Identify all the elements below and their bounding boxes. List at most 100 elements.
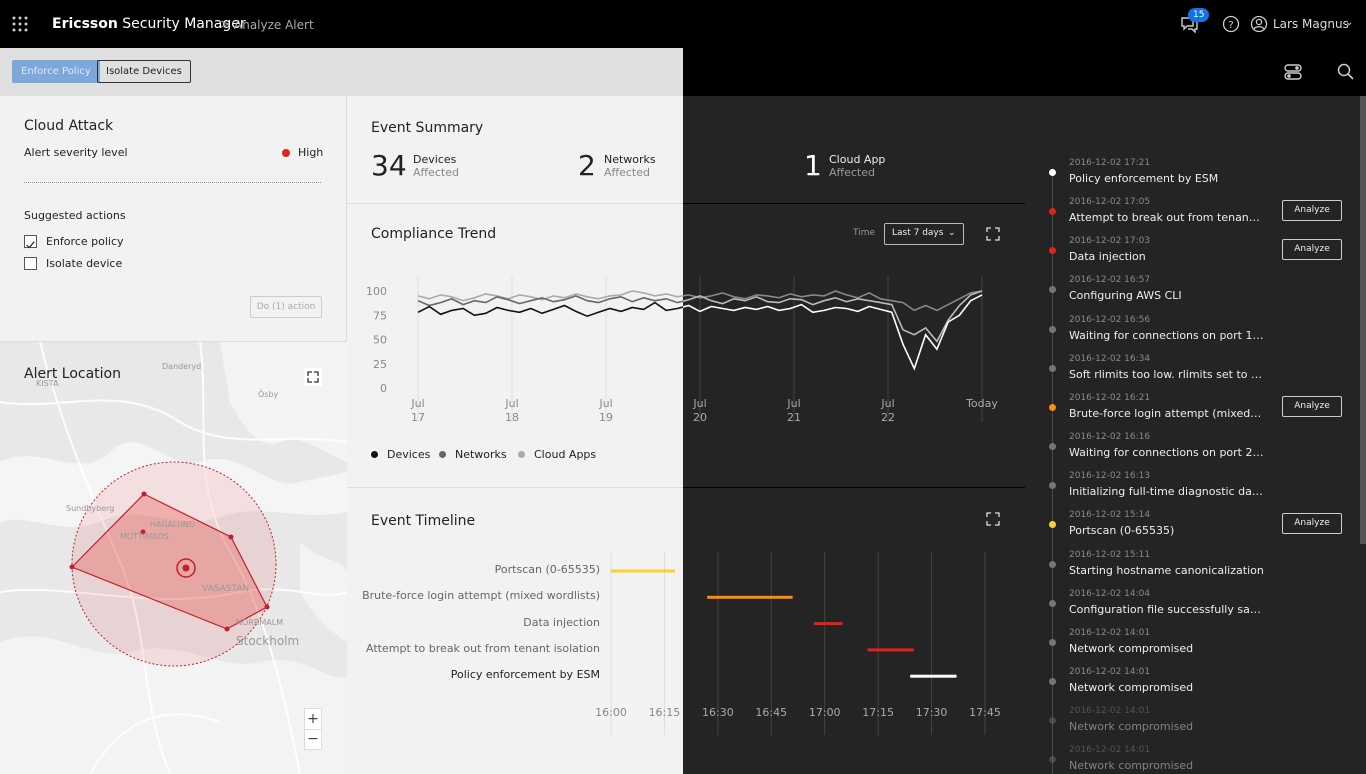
event-log-item[interactable]: 2016-12-02 17:05 Attempt to break out fro… xyxy=(1025,197,1366,236)
fullscreen-icon[interactable] xyxy=(985,511,1001,527)
user-name[interactable]: Lars Magnus xyxy=(1273,17,1349,31)
search-icon[interactable] xyxy=(1337,63,1354,80)
analyze-button[interactable]: Analyze xyxy=(1282,200,1342,222)
event-log-item[interactable]: 2016-12-02 14:01 Network compromised xyxy=(1025,667,1366,706)
event-log-item[interactable]: 2016-12-02 17:21 Policy enforcement by ES… xyxy=(1025,158,1366,197)
x-tick-label: Jul xyxy=(504,397,518,410)
event-time: 2016-12-02 17:03 xyxy=(1069,236,1151,247)
stat-sublabel: Affected xyxy=(413,166,459,179)
event-message: Configuring AWS CLI xyxy=(1069,289,1182,303)
action-label[interactable]: Enforce policy xyxy=(46,235,124,248)
x-tick-label: Jul xyxy=(786,397,800,410)
scrollbar-thumb[interactable] xyxy=(1360,96,1366,544)
event-log-item[interactable]: 2016-12-02 17:03 Data injection Analyze xyxy=(1025,236,1366,275)
y-tick-label: 0 xyxy=(380,382,387,395)
event-log-panel: Event Log 2016-12-02 17:21 Policy enforce… xyxy=(1025,96,1366,774)
x-tick-label: 18 xyxy=(505,411,519,424)
event-log-item[interactable]: 2016-12-02 15:14 Portscan (0-65535) Analyz… xyxy=(1025,510,1366,549)
chevron-down-icon[interactable]: ⌄ xyxy=(1345,17,1353,28)
analyze-button[interactable]: Analyze xyxy=(1282,239,1342,261)
breadcrumb[interactable]: Analyze Alert xyxy=(234,18,314,32)
fullscreen-icon[interactable] xyxy=(304,368,322,386)
y-tick-label: 25 xyxy=(373,358,387,371)
event-log-item[interactable]: 2016-12-02 14:01 Network compromised xyxy=(1025,628,1366,667)
event-log-item[interactable]: 2016-12-02 15:11 Starting hostname canoni… xyxy=(1025,550,1366,589)
user-icon[interactable] xyxy=(1250,15,1268,33)
help-icon[interactable]: ? xyxy=(1222,15,1240,33)
x-tick-label: Jul xyxy=(598,397,612,410)
event-log-item[interactable]: 2016-12-02 16:34 Soft rlimits too low. rl… xyxy=(1025,354,1366,393)
severity-value: High xyxy=(298,146,324,159)
time-range-select[interactable]: Last 7 days ⌄ xyxy=(884,223,964,245)
event-status-dot xyxy=(1049,443,1056,451)
fullscreen-icon[interactable] xyxy=(985,226,1001,242)
timeline-bar[interactable] xyxy=(707,595,793,599)
map-title: Alert Location xyxy=(24,366,121,382)
event-log-item[interactable]: 2016-12-02 16:56 Waiting for connections … xyxy=(1025,315,1366,354)
event-message: Data injection xyxy=(1069,250,1146,264)
event-status-dot xyxy=(1049,403,1056,411)
legend-swatch xyxy=(371,451,378,458)
x-tick-label: 21 xyxy=(787,411,801,424)
event-time: 2016-12-02 16:16 xyxy=(1069,432,1151,443)
legend-label: Devices xyxy=(387,448,431,461)
event-log-item[interactable]: 2016-12-02 16:57 Configuring AWS CLI xyxy=(1025,275,1366,314)
legend-swatch xyxy=(439,451,446,458)
zoom-in-button[interactable]: + xyxy=(305,709,321,729)
event-status-dot xyxy=(1049,756,1056,764)
x-tick-label: 17:30 xyxy=(916,706,948,719)
action-label[interactable]: Isolate device xyxy=(46,257,122,270)
map-place-label: Sundbyberg xyxy=(66,504,115,513)
enforce-policy-checkbox[interactable] xyxy=(24,235,37,249)
x-tick-label: 20 xyxy=(693,411,707,424)
do-action-button[interactable]: Do (1) action xyxy=(250,296,322,318)
event-log-item[interactable]: 2016-12-02 16:13 Initializing full-time d… xyxy=(1025,471,1366,510)
stat-sublabel: Affected xyxy=(829,166,875,179)
timeline-bar[interactable] xyxy=(611,569,676,573)
y-tick-label: 100 xyxy=(366,285,387,298)
alert-location-map[interactable]: Danderyd KISTA Sundbyberg HAGALUND MOTTI… xyxy=(0,342,347,774)
app-launcher-icon[interactable] xyxy=(12,16,28,32)
isolate-device-checkbox[interactable] xyxy=(24,257,37,270)
event-log-item[interactable]: 2016-12-02 14:04 Configuration file succe… xyxy=(1025,589,1366,628)
event-log-item[interactable]: 2016-12-02 14:01 Network compromised xyxy=(1025,745,1366,774)
event-status-dot xyxy=(1049,364,1056,372)
x-tick-label: 19 xyxy=(599,411,613,424)
event-summary-title: Event Summary xyxy=(371,120,484,136)
analyze-button[interactable]: Analyze xyxy=(1282,513,1342,535)
event-log-item[interactable]: 2016-12-02 16:21 Brute-force login attemp… xyxy=(1025,393,1366,432)
enforce-policy-button[interactable]: Enforce Policy xyxy=(12,60,100,83)
event-time: 2016-12-02 16:57 xyxy=(1069,275,1151,286)
compliance-trend-chart[interactable]: Jul17Jul18Jul19Jul20Jul21Jul22Today10075… xyxy=(347,270,1025,430)
settings-toggle-icon[interactable] xyxy=(1284,64,1302,80)
x-tick-label: Jul xyxy=(692,397,706,410)
event-log-title: Event Log xyxy=(1049,119,1119,135)
event-log-list: 2016-12-02 17:21 Policy enforcement by ES… xyxy=(1025,158,1366,774)
timeline-bar[interactable] xyxy=(910,674,957,678)
event-message: Configuration file successfully saved xyxy=(1069,602,1264,616)
isolate-devices-button[interactable]: Isolate Devices xyxy=(97,60,191,83)
map-place-label: Danderyd xyxy=(162,362,202,371)
x-tick-label: 16:15 xyxy=(649,706,681,719)
x-tick-label: Today xyxy=(965,397,998,410)
suggested-actions-title: Suggested actions xyxy=(24,209,126,222)
time-range-value: Last 7 days xyxy=(892,228,944,238)
stat-value: 2 xyxy=(578,149,596,182)
event-log-item[interactable]: 2016-12-02 16:16 Waiting for connections … xyxy=(1025,432,1366,471)
analyze-button[interactable]: Analyze xyxy=(1282,395,1342,417)
event-status-dot xyxy=(1049,247,1056,255)
alert-card: Cloud Attack Alert severity level High S… xyxy=(0,96,347,342)
x-tick-label: 17 xyxy=(411,411,425,424)
timeline-bar[interactable] xyxy=(814,622,843,626)
event-message: Soft rlimits too low. rlimits set to 409… xyxy=(1069,367,1264,381)
event-time: 2016-12-02 14:01 xyxy=(1069,706,1151,717)
event-message: Portscan (0-65535) xyxy=(1069,524,1175,538)
event-timeline-chart[interactable]: 16:00 16:15 16:30 16:45 17:00 17:15 17:30 17:45 xyxy=(347,540,1025,740)
zoom-out-button[interactable]: − xyxy=(305,729,321,749)
action-toolbar: Enforce Policy Isolate Devices xyxy=(0,48,683,96)
event-log-item[interactable]: 2016-12-02 14:01 Network compromised xyxy=(1025,706,1366,745)
map-place-label: HAGALUND xyxy=(150,520,196,529)
timeline-bar[interactable] xyxy=(867,648,914,652)
divider xyxy=(683,203,1025,204)
top-bar: Ericsson Security Manager > Analyze Aler… xyxy=(0,0,1366,48)
